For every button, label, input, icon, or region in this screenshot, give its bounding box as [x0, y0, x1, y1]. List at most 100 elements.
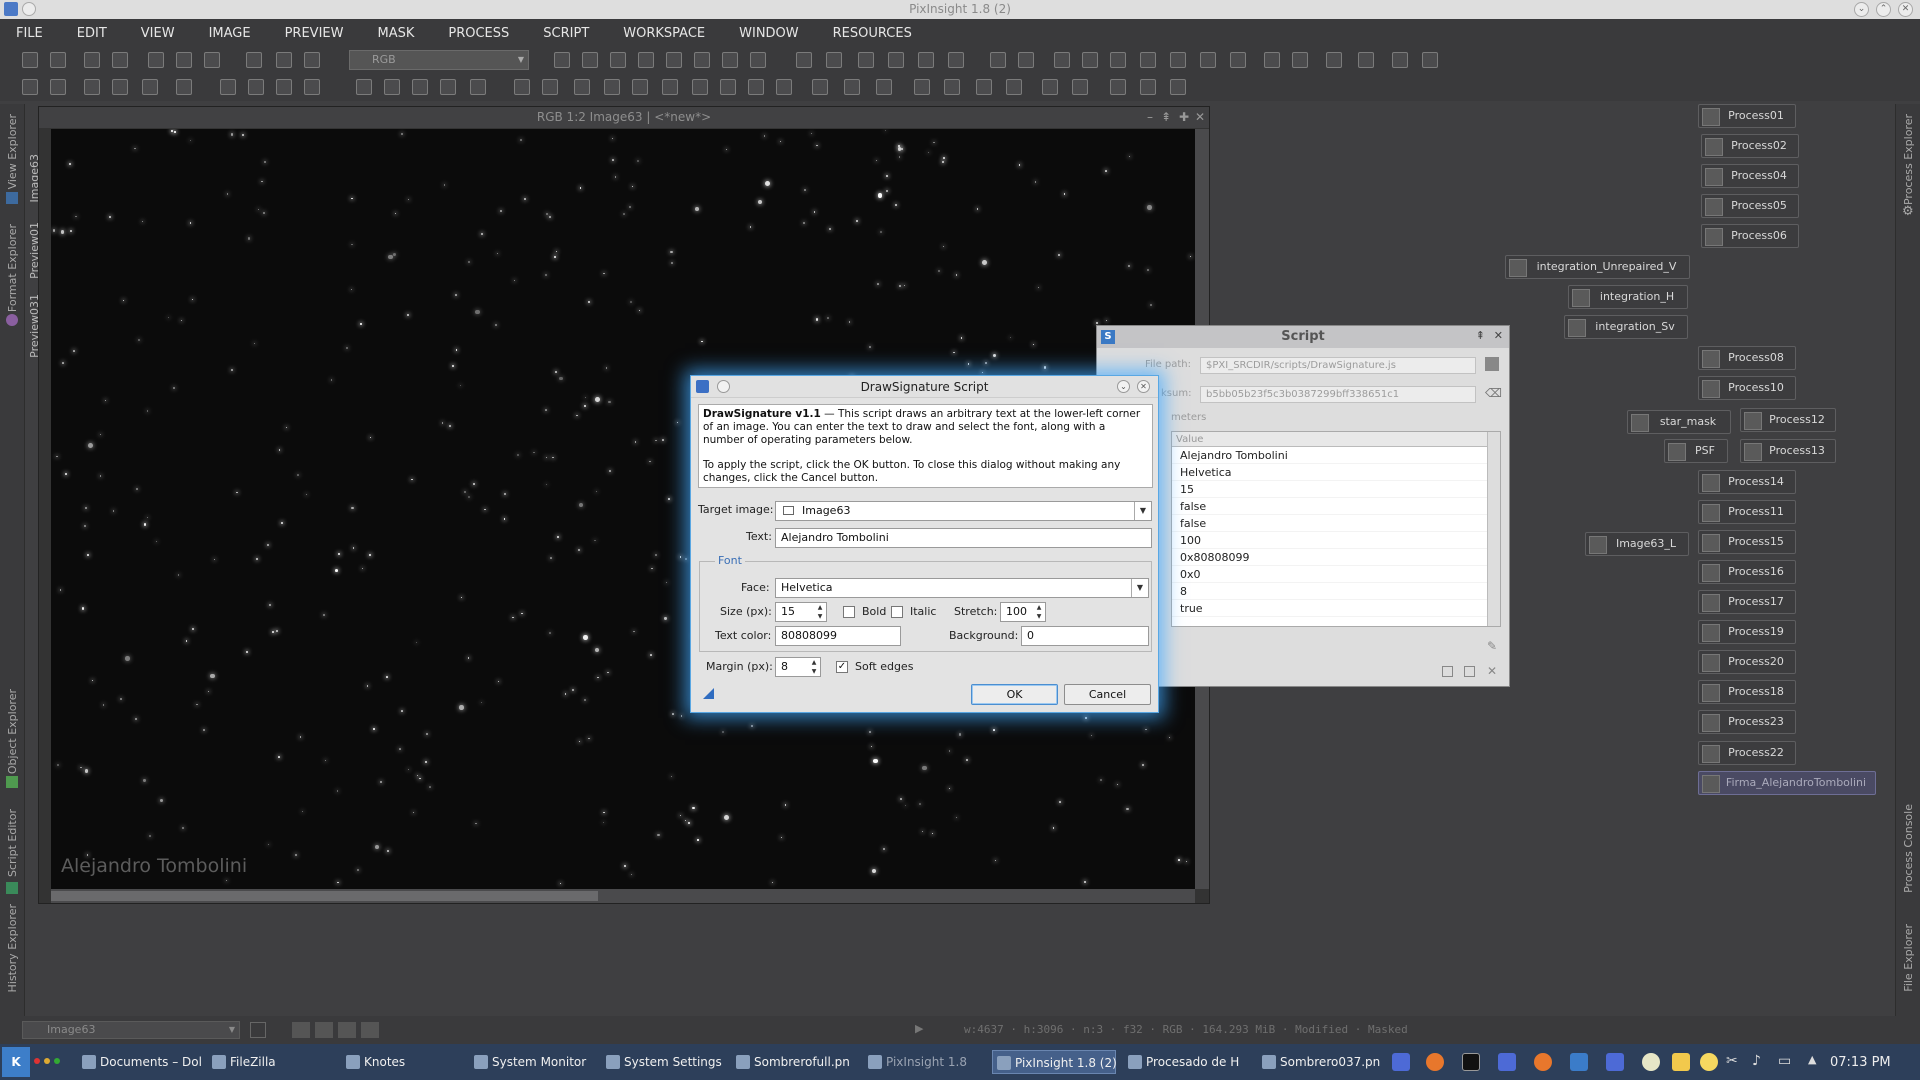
process-icon-process22[interactable]: Process22	[1698, 741, 1796, 765]
toolbar-tool-icon[interactable]	[304, 79, 320, 95]
clear-checksum-icon[interactable]: ⌫	[1485, 386, 1502, 400]
process-icon-process19[interactable]: Process19	[1698, 620, 1796, 644]
toolbar-tool-icon[interactable]	[604, 79, 620, 95]
toolbar-tool-icon[interactable]	[632, 79, 648, 95]
menu-view[interactable]: VIEW	[141, 26, 175, 41]
channel-icon[interactable]	[292, 1022, 310, 1038]
table-row[interactable]: 100	[1172, 532, 1500, 549]
window-menu-icon[interactable]	[22, 2, 36, 16]
process-icon-process13[interactable]: Process13	[1740, 439, 1836, 463]
toolbar-tool-icon[interactable]	[1006, 79, 1022, 95]
task-documents[interactable]: Documents – Dol	[78, 1050, 202, 1074]
toolbar-tool-icon[interactable]	[440, 79, 456, 95]
bulb-icon[interactable]	[1700, 1053, 1718, 1071]
new-instance-icon[interactable]	[1442, 666, 1453, 677]
channel-icon[interactable]	[315, 1022, 333, 1038]
toolbar-tool-icon[interactable]	[1264, 52, 1280, 68]
new-instance-triangle-icon[interactable]	[703, 688, 714, 699]
toolbar-tool-icon[interactable]	[204, 52, 220, 68]
toolbar-tool-icon[interactable]	[748, 79, 764, 95]
parameters-table[interactable]: Value Alejandro Tombolini Helvetica 15 f…	[1171, 431, 1501, 627]
toolbar-tool-icon[interactable]	[582, 52, 598, 68]
horizontal-scrollbar[interactable]	[51, 889, 1195, 903]
toolbar-tool-icon[interactable]	[1358, 52, 1374, 68]
tab-view-explorer[interactable]: View Explorer	[6, 114, 19, 189]
toolbar-tool-icon[interactable]	[22, 79, 38, 95]
file-manager-icon[interactable]	[1570, 1053, 1588, 1071]
process-icon-firma[interactable]: Firma_AlejandroTombolini	[1698, 771, 1876, 795]
table-row[interactable]: Alejandro Tombolini	[1172, 447, 1500, 464]
drawsignature-dialog[interactable]: DrawSignature Script ⌄ ✕ DrawSignature v…	[690, 375, 1159, 713]
pixinsight-launcher-icon[interactable]	[1606, 1053, 1624, 1071]
file-path-field[interactable]: $PXI_SRCDIR/scripts/DrawSignature.js	[1200, 357, 1476, 374]
toolbar-tool-icon[interactable]	[948, 52, 964, 68]
dialog-titlebar[interactable]: DrawSignature Script	[691, 376, 1158, 398]
toolbar-tool-icon[interactable]	[412, 79, 428, 95]
margin-spinbox[interactable]: 8 ▲ ▼	[775, 657, 821, 677]
script-window-titlebar[interactable]: Script	[1097, 326, 1509, 348]
toolbar-tool-icon[interactable]	[50, 52, 66, 68]
menu-mask[interactable]: MASK	[377, 26, 414, 41]
toolbar-tool-icon[interactable]	[662, 79, 678, 95]
table-row[interactable]: false	[1172, 498, 1500, 515]
kde-launcher-icon[interactable]: K	[2, 1047, 30, 1077]
toolbar-tool-icon[interactable]	[1110, 52, 1126, 68]
process-icon-star-mask[interactable]: star_mask	[1627, 410, 1731, 434]
text-color-input[interactable]: 80808099	[775, 626, 901, 646]
menu-edit[interactable]: EDIT	[77, 26, 107, 41]
dialog-menu-icon[interactable]	[717, 380, 730, 393]
toolbar-tool-icon[interactable]	[220, 79, 236, 95]
pixinsight-launcher-icon[interactable]	[1392, 1053, 1410, 1071]
toolbar-tool-icon[interactable]	[246, 52, 262, 68]
toolbar-tool-icon[interactable]	[276, 79, 292, 95]
toolbar-tool-icon[interactable]	[750, 52, 766, 68]
toolbar-tool-icon[interactable]	[574, 79, 590, 95]
task-pixinsight-2[interactable]: PixInsight 1.8 (2)	[992, 1050, 1117, 1074]
process-icon-process01[interactable]: Process01	[1698, 104, 1796, 128]
dialog-minimize-icon[interactable]: ⌄	[1117, 380, 1130, 393]
firefox-icon[interactable]	[1534, 1053, 1552, 1071]
table-row[interactable]: 15	[1172, 481, 1500, 498]
toolbar-tool-icon[interactable]	[720, 79, 736, 95]
process-icon-integration-h[interactable]: integration_H	[1568, 285, 1688, 309]
toolbar-tool-icon[interactable]	[1200, 52, 1216, 68]
notes-icon[interactable]	[1642, 1053, 1660, 1071]
minimize-icon[interactable]: ⌄	[1854, 2, 1869, 17]
toolbar-tool-icon[interactable]	[542, 79, 558, 95]
stretch-spinbox[interactable]: 100 ▲ ▼	[1000, 602, 1046, 622]
toolbar-tool-icon[interactable]	[276, 52, 292, 68]
image-shade-icon[interactable]: ⇞	[1161, 110, 1171, 124]
toolbar-tool-icon[interactable]	[1140, 52, 1156, 68]
text-input[interactable]: Alejandro Tombolini	[775, 528, 1152, 548]
toolbar-tool-icon[interactable]	[914, 79, 930, 95]
view-selector[interactable]: Image63 ▼	[22, 1021, 240, 1039]
toolbar-tool-icon[interactable]	[1170, 52, 1186, 68]
process-icon-process08[interactable]: Process08	[1698, 346, 1796, 370]
toolbar-tool-icon[interactable]	[1326, 52, 1342, 68]
toolbar-tool-icon[interactable]	[84, 79, 100, 95]
channel-icon[interactable]	[361, 1022, 379, 1038]
tab-history-explorer[interactable]: History Explorer	[6, 904, 19, 992]
terminal-icon[interactable]	[1462, 1053, 1480, 1071]
process-icon-process06[interactable]: Process06	[1701, 224, 1799, 248]
toolbar-tool-icon[interactable]	[148, 52, 164, 68]
toolbar-tool-icon[interactable]	[470, 79, 486, 95]
toolbar-tool-icon[interactable]	[1140, 79, 1156, 95]
table-scrollbar[interactable]	[1487, 432, 1500, 626]
toolbar-tool-icon[interactable]	[112, 79, 128, 95]
process-icon-integration-sv[interactable]: integration_Sv	[1564, 315, 1688, 339]
network-icon[interactable]: ▭	[1778, 1053, 1791, 1069]
menu-window[interactable]: WINDOW	[739, 26, 799, 41]
process-icon-process17[interactable]: Process17	[1698, 590, 1796, 614]
table-row[interactable]: Helvetica	[1172, 464, 1500, 481]
task-system-monitor[interactable]: System Monitor	[470, 1050, 588, 1074]
image-minimize-icon[interactable]: –	[1147, 110, 1153, 124]
tab-process-explorer[interactable]: Process Explorer	[1902, 114, 1915, 205]
process-icon-integration-unrepaired[interactable]: integration_Unrepaired_V	[1505, 255, 1690, 279]
process-icon-process20[interactable]: Process20	[1698, 650, 1796, 674]
table-row[interactable]: 0x0	[1172, 566, 1500, 583]
toolbar-tool-icon[interactable]	[610, 52, 626, 68]
menu-preview[interactable]: PREVIEW	[285, 26, 344, 41]
toolbar-tool-icon[interactable]	[1170, 79, 1186, 95]
process-icon-process05[interactable]: Process05	[1701, 194, 1799, 218]
